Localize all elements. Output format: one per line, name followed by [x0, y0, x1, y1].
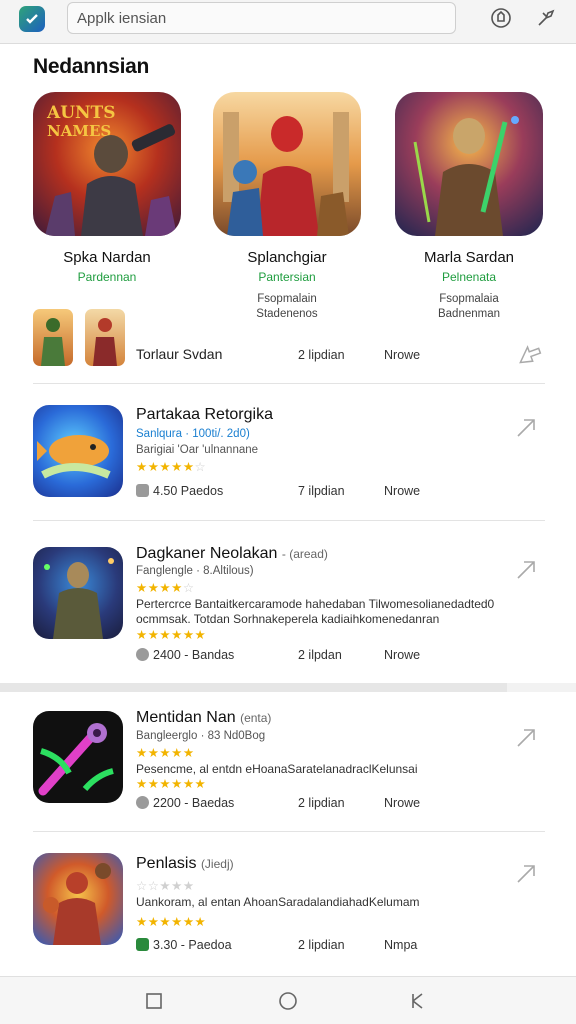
game-description: Pesencme, al entdn eHoanaSaratelanadracl…	[136, 762, 418, 776]
game-icon[interactable]	[33, 405, 123, 497]
game-icon[interactable]	[33, 711, 123, 803]
featured-card-3[interactable]: Marla Sardan Pelnenata Fsopmalaia Badnen…	[394, 92, 544, 322]
game-subtitle: Sanlqura · 100ti/. 2d0)	[136, 428, 250, 440]
featured-category: Pelnenata	[441, 270, 497, 284]
section-title: Nedannsian	[33, 55, 150, 78]
game-col1: 7 ilpdian	[298, 484, 345, 498]
mini-game-art	[33, 309, 73, 366]
game-title[interactable]: Penlasis (Jiedj)	[136, 855, 234, 873]
game-stat: 4.50 Paedos	[136, 484, 223, 498]
featured-game-art	[395, 92, 543, 236]
top-bar: Applk iensian	[0, 0, 576, 44]
game-subtitle: Bangleerglo · 83 Nd0Bog	[136, 730, 266, 742]
share-arrow-icon[interactable]	[514, 416, 540, 438]
game-icon[interactable]	[33, 853, 123, 945]
square-nav-icon[interactable]	[142, 989, 166, 1013]
featured-card-1[interactable]: AUNTS NAMES Spka Nardan Pardennan	[32, 92, 182, 284]
featured-card-2[interactable]: Splanchgiar Pantersian Fsopmalain Staden…	[212, 92, 362, 322]
featured-game-art	[213, 92, 361, 236]
featured-category: Pantersian	[258, 270, 316, 284]
game-stat: 2200 - Baedas	[136, 796, 234, 810]
game-col2: Nrowe	[384, 648, 421, 662]
section-separator	[0, 683, 507, 692]
section-separator	[507, 683, 576, 692]
back-nav-icon[interactable]	[405, 989, 429, 1013]
game-subtitle: Barigiai 'Oar 'ulnannane	[136, 444, 259, 456]
download-icon	[136, 648, 149, 661]
game-col1: 2 lipdian	[298, 938, 345, 952]
app-logo-icon[interactable]	[19, 6, 45, 32]
game-title[interactable]: Partakaa Retorgika	[136, 406, 273, 424]
summary-col2: Nrowe	[384, 348, 421, 362]
mini-game-art	[85, 309, 125, 366]
featured-meta: Fsopmalaia Badnenman	[437, 293, 501, 320]
game-title[interactable]: Dagkaner Neolakan - (aread)	[136, 545, 328, 563]
featured-game-art: AUNTS NAMES	[33, 92, 181, 236]
game-description: Uankoram, al entan AhoanSaradalandiahadK…	[136, 895, 420, 909]
bottom-navigation	[0, 976, 576, 1024]
game-stat: 2400 - Bandas	[136, 648, 234, 662]
game-col2: Nrowe	[384, 796, 421, 810]
shield-icon[interactable]	[489, 6, 513, 30]
rating-stars: ★★★★★★	[136, 915, 207, 929]
share-arrow-icon[interactable]	[516, 343, 542, 365]
game-col1: 2 ilpdan	[298, 648, 342, 662]
rating-stars: ★★★★★	[136, 746, 195, 760]
game-col1: 2 lipdian	[298, 796, 345, 810]
rating-stars: ★★★★★☆	[136, 460, 207, 474]
game-subtitle: Fanglengle · 8.Altilous)	[136, 565, 254, 577]
featured-meta: Fsopmalain Stadenenos	[256, 293, 318, 320]
share-arrow-icon[interactable]	[514, 862, 540, 884]
circle-nav-icon[interactable]	[276, 989, 300, 1013]
download-icon	[136, 938, 149, 951]
summary-col1: 2 lipdian	[298, 348, 345, 362]
share-arrow-icon[interactable]	[514, 558, 540, 580]
rating-stars: ★★★★★★	[136, 777, 207, 791]
game-description: Pertercrce Bantaitkercaramode hahedaban …	[136, 597, 495, 626]
game-col2: Nrowe	[384, 484, 421, 498]
divider	[33, 520, 545, 521]
rating-stars: ★★★★★★	[136, 628, 207, 642]
divider	[33, 831, 545, 832]
game-title[interactable]: Mentidan Nan (enta)	[136, 709, 271, 727]
svg-text:AUNTS: AUNTS	[46, 103, 115, 123]
rating-stars: ★★★★☆	[136, 581, 195, 595]
summary-label: Torlaur Svdan	[136, 346, 223, 362]
game-icon[interactable]	[33, 547, 123, 639]
settings-tool-icon[interactable]	[534, 6, 558, 30]
game-col2: Nmpa	[384, 938, 418, 952]
game-stat: 3.30 - Paedoa	[136, 938, 232, 952]
featured-name: Marla Sardan	[423, 249, 515, 266]
share-arrow-icon[interactable]	[514, 726, 540, 748]
featured-name: Splanchgiar	[247, 249, 327, 266]
search-input[interactable]: Applk iensian	[67, 2, 456, 34]
featured-category: Pardennan	[77, 270, 137, 284]
divider	[33, 383, 545, 384]
rating-stars: ☆☆★★★	[136, 879, 195, 893]
featured-name: Spka Nardan	[63, 249, 151, 266]
download-icon	[136, 484, 149, 497]
download-icon	[136, 796, 149, 809]
svg-text:NAMES: NAMES	[47, 122, 111, 140]
